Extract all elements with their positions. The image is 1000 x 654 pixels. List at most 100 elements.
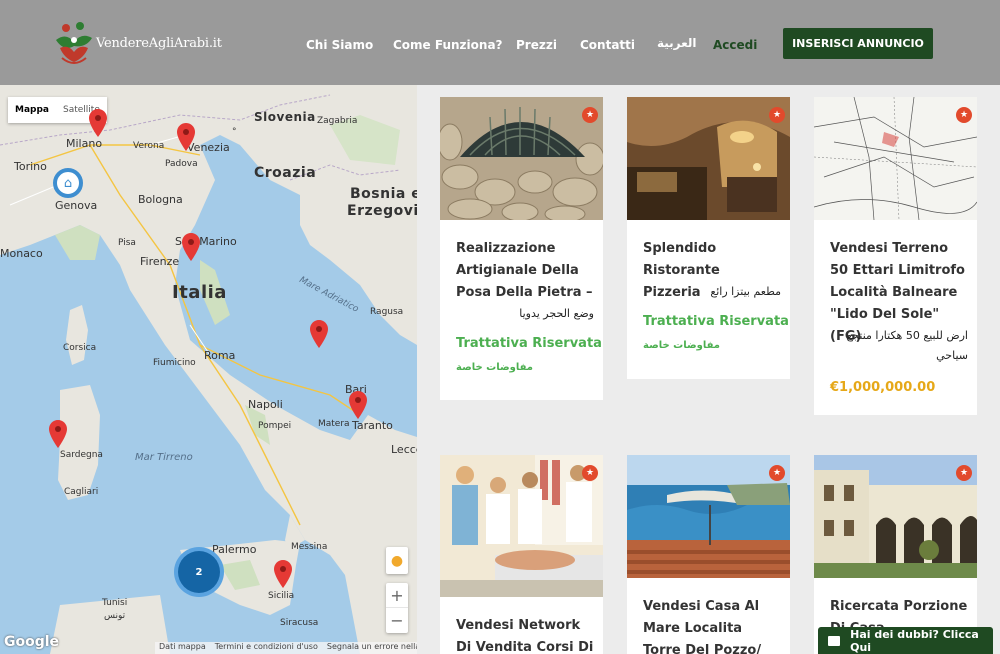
map-label-pisa: Pisa (118, 238, 136, 248)
map-label-pompei: Pompei (258, 421, 292, 431)
brand-name: VendereAgliArabi.it (96, 36, 222, 51)
marker-cluster[interactable]: 2 (178, 551, 220, 593)
building-image (814, 455, 977, 578)
map-marker-bari[interactable] (349, 391, 367, 419)
map-label-bosnia: Bosnia e (350, 186, 417, 202)
listing-price: Trattativa Riservata (456, 336, 602, 351)
nav-login[interactable]: Accedi (713, 38, 757, 52)
nav-arabic[interactable]: العربية (657, 36, 697, 50)
map-label-trieste-dot: ° (232, 127, 237, 137)
listing-price-arabic: مفاوضات خاصة (456, 362, 533, 373)
restaurant-image (627, 97, 790, 220)
map-terms-link[interactable]: Termini e condizioni d'uso (215, 642, 318, 654)
zoom-out-button[interactable]: − (386, 608, 408, 633)
map-label-genova: Genova (55, 199, 98, 212)
help-chat-button[interactable]: Hai dei dubbi? Clicca Qui (818, 627, 993, 654)
nav-prezzi[interactable]: Prezzi (516, 38, 557, 52)
listing-title-arabic: وضع الحجر يدويا (519, 307, 594, 320)
listing-photo[interactable]: ★ (440, 97, 603, 220)
map-type-map[interactable]: Mappa (8, 97, 56, 123)
logo-figures-icon (56, 22, 92, 64)
map-label-tunisi: Tunisi (102, 598, 128, 608)
listing-card[interactable]: ★ Vendesi Casa Al Mare Localita Torre De… (627, 455, 790, 654)
map-label-sardegna: Sardegna (60, 450, 103, 460)
map-label-palermo: Palermo (212, 543, 257, 556)
map-label-ragusa: Ragusa (370, 307, 404, 317)
map-label-cagliari: Cagliari (64, 487, 99, 497)
listing-title-arabic: مطعم بيتزا رائع (710, 285, 781, 298)
map-panel[interactable]: Mappa Satellite Slovenia Zagabria ° Croa… (0, 85, 417, 654)
listing-title[interactable]: Vendesi Network Di Vendita Corsi Di (456, 615, 594, 654)
map-label-mar-tirreno: Mar Tirreno (135, 452, 193, 463)
listing-card[interactable]: ★ Vendesi Network Di Vendita Corsi Di (440, 455, 603, 654)
site-logo[interactable]: VendereAgliArabi.it (52, 18, 222, 68)
map-label-italia: Italia (172, 282, 227, 303)
listing-title-arabic: ارض للبيع 50 هكتارا منتجع سياحي (846, 329, 968, 362)
map-label-firenze: Firenze (140, 255, 180, 268)
map-label-erzegovina: Erzegovina (347, 203, 417, 219)
nav-contatti[interactable]: Contatti (580, 38, 635, 52)
listing-title[interactable]: Vendesi Casa Al Mare Localita Torre Del … (643, 596, 781, 654)
map-label-siracusa: Siracusa (280, 618, 319, 628)
map-attribution: Dati mappa Termini e condizioni d'uso Se… (155, 642, 417, 654)
listing-photo[interactable]: ★ (627, 97, 790, 220)
map-label-tunisi-ar: تونس (104, 611, 126, 621)
map-label-corsica: Corsica (63, 343, 97, 353)
insert-ad-button[interactable]: INSERISCI ANNUNCIO (783, 28, 933, 59)
listing-card[interactable]: ★ Ricercata Porzione Di Casa (814, 455, 977, 654)
map-label-roma: Roma (204, 349, 236, 362)
map-label-monaco: Monaco (0, 247, 43, 260)
featured-star-icon: ★ (956, 465, 972, 481)
envelope-icon (828, 635, 841, 646)
listing-price: Trattativa Riservata (643, 314, 789, 329)
land-map-image (814, 97, 977, 220)
map-marker-adriatico[interactable] (310, 320, 328, 348)
map-label-fiumicino: Fiumicino (153, 358, 196, 368)
home-location-icon[interactable]: ⌂ (53, 168, 83, 198)
featured-star-icon: ★ (956, 107, 972, 123)
listing-card[interactable]: ★ Splendido Ristorante Pizzeria مطعم بيت… (627, 97, 790, 379)
map-label-croazia: Croazia (254, 165, 317, 181)
zoom-control: + − (386, 583, 408, 633)
nav-come-funziona[interactable]: Come Funziona? (393, 38, 503, 52)
listing-card[interactable]: ★ Realizzazione Artigianale Della Posa D… (440, 97, 603, 400)
map-label-padova: Padova (165, 159, 198, 169)
map-label-verona: Verona (133, 141, 165, 151)
map-label-lecce: Lecce (391, 443, 417, 456)
listing-title[interactable]: Realizzazione Artigianale Della Posa Del… (456, 238, 594, 304)
map-label-zagabria: Zagabria (317, 116, 358, 126)
map-marker-sicilia[interactable] (274, 560, 292, 588)
map-label-bologna: Bologna (138, 193, 183, 206)
listing-card[interactable]: ★ Vendesi Terreno 50 Ettari Limitrofo Lo… (814, 97, 977, 415)
listing-photo[interactable]: ★ (627, 455, 790, 578)
listing-price: €1,000,000.00 (830, 380, 936, 395)
street-view-pegman-icon[interactable]: ● (386, 547, 408, 574)
map-label-torino: Torino (14, 160, 47, 173)
featured-star-icon: ★ (582, 107, 598, 123)
sea-house-image (627, 455, 790, 578)
stone-wall-image (440, 97, 603, 220)
listing-photo[interactable]: ★ (814, 455, 977, 578)
listing-photo[interactable]: ★ (814, 97, 977, 220)
map-marker-milano[interactable] (89, 109, 107, 137)
listing-price-arabic: مفاوضات خاصة (643, 340, 720, 351)
map-marker-san-marino[interactable] (182, 233, 200, 261)
map-marker-venezia[interactable] (177, 123, 195, 151)
map-label-slovenia: Slovenia (254, 110, 316, 124)
map-label-napoli: Napoli (248, 398, 283, 411)
nav-chi-siamo[interactable]: Chi Siamo (306, 38, 373, 52)
map-label-taranto: Taranto (352, 419, 393, 432)
featured-star-icon: ★ (582, 465, 598, 481)
zoom-in-button[interactable]: + (386, 583, 408, 608)
map-data-link[interactable]: Dati mappa (159, 642, 206, 654)
map-label-milano: Milano (66, 137, 103, 150)
listing-photo[interactable]: ★ (440, 455, 603, 597)
featured-star-icon: ★ (769, 107, 785, 123)
map-report-link[interactable]: Segnala un errore nella mappa (327, 642, 417, 654)
map-label-messina: Messina (291, 542, 328, 552)
massage-course-image (440, 455, 603, 597)
map-label-sicilia: Sicilia (268, 591, 295, 601)
help-chat-label: Hai dei dubbi? Clicca Qui (850, 627, 979, 654)
map-marker-sardegna[interactable] (49, 420, 67, 448)
google-logo: Google (4, 634, 60, 650)
